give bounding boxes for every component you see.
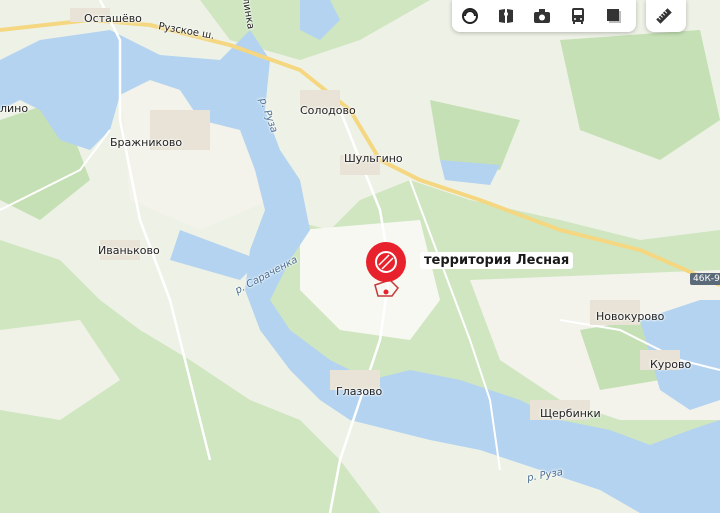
transport-button[interactable] (560, 0, 596, 32)
place-label-ivankovo: Иваньково (98, 244, 160, 257)
place-label-glazovo: Глазово (336, 385, 383, 398)
place-label-lino: лино (0, 102, 29, 115)
place-label-shulgino: Шульгино (344, 152, 403, 165)
map-type-icon (607, 9, 621, 23)
layers-icon (462, 8, 478, 24)
bus-icon (572, 8, 584, 24)
place-label-kurovo: Курово (650, 358, 692, 371)
road-shield: 46К-91 (690, 273, 720, 285)
photo-button[interactable] (524, 0, 560, 32)
ruler-toolbar (646, 0, 686, 32)
place-label-brazhnikovo: Бражниково (110, 136, 183, 149)
location-pin-icon[interactable] (364, 240, 412, 304)
place-label-novokurovo: Новокурово (596, 310, 665, 323)
place-label-solodovo: Солодово (300, 104, 356, 117)
panorama-icon (499, 9, 513, 23)
ruler-button[interactable] (646, 0, 682, 32)
poi-label[interactable]: территория Лесная (420, 252, 574, 269)
map-view[interactable]: Осташёво Рузское ш. линка лино Солодово … (0, 0, 720, 513)
panorama-button[interactable] (488, 0, 524, 32)
place-label-shcherbinki: Щербинки (540, 407, 601, 420)
camera-icon (534, 9, 550, 23)
layers-button[interactable] (452, 0, 488, 32)
map-type-button[interactable] (596, 0, 632, 32)
ruler-icon (656, 8, 672, 24)
place-label-ostashevo: Осташёво (84, 12, 142, 25)
map-toolbar (452, 0, 636, 32)
